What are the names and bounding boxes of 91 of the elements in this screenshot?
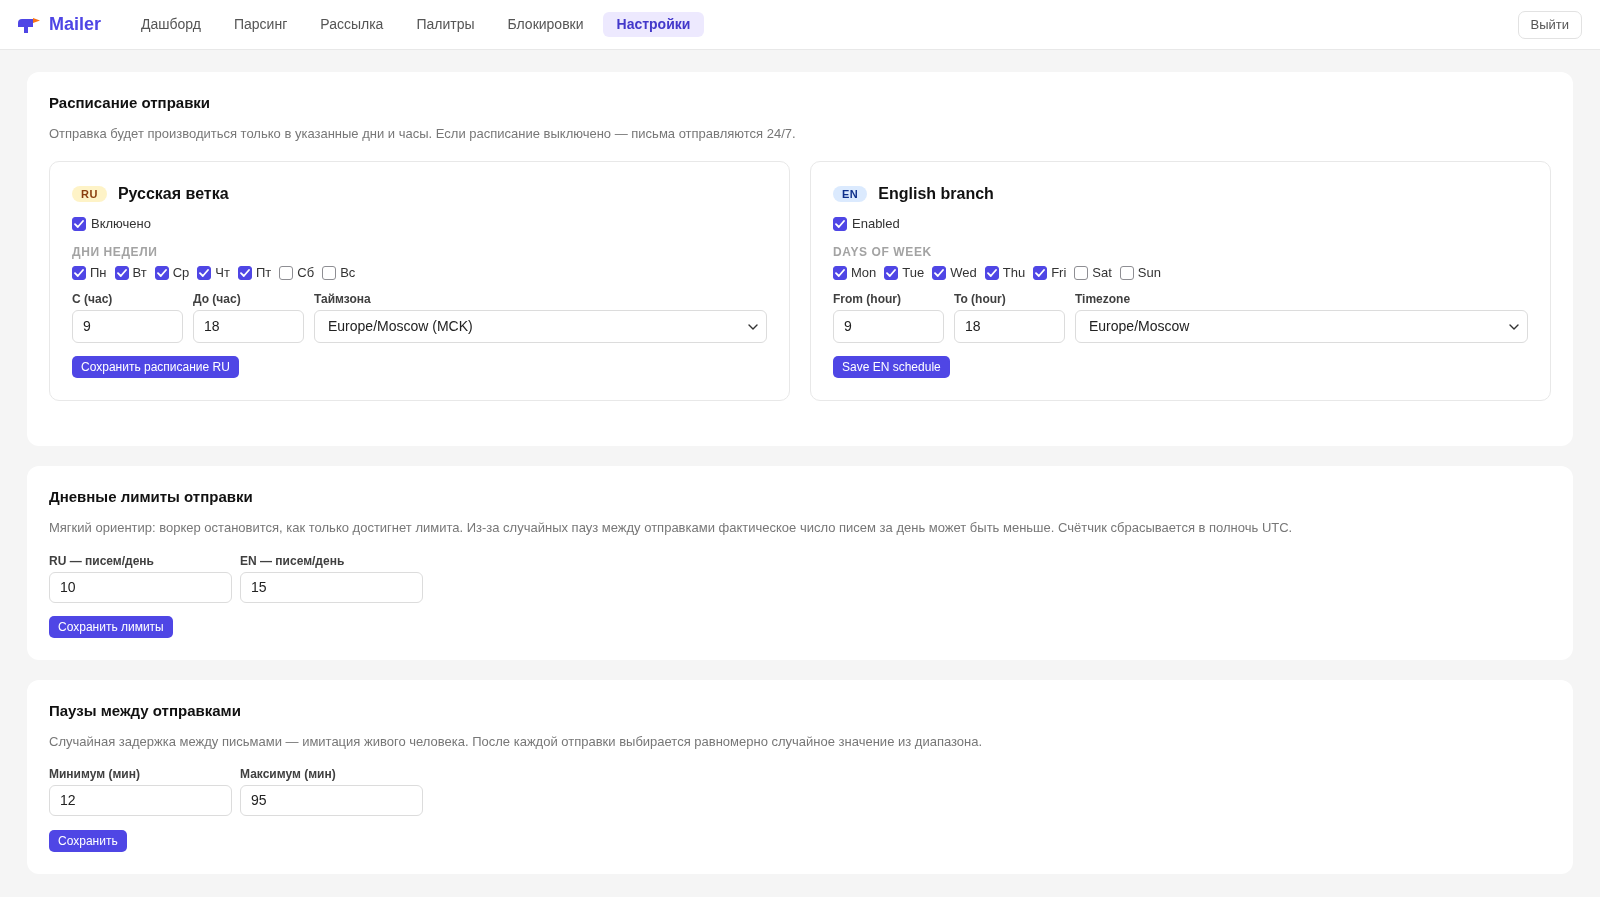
language-badge: RU [72, 186, 107, 202]
field-label: С (час) [72, 291, 114, 307]
input-field[interactable]: 10 [49, 572, 232, 603]
field-label: Максимум (мин) [240, 766, 337, 782]
section-description: Мягкий ориентир: воркер остановится, как только достигнет лимита. Из-за случайных пауз между отправками фактическое число писем за день может быть меньше. Счётчик сбрасывается в полночь UTC. [49, 519, 1294, 537]
nav-tab[interactable]: Блокировки [493, 12, 598, 37]
section-description: Отправка будет производиться только в указанные дни и часы. Если расписание выключено — письма отправляются 24/7. [49, 125, 797, 143]
checkbox[interactable] [932, 266, 947, 280]
input-field[interactable]: 15 [240, 572, 423, 603]
timezone-select[interactable]: Europe/Moscow [1075, 310, 1528, 343]
input-field[interactable]: 18 [954, 310, 1065, 343]
checkbox-label: Enabled [852, 215, 900, 234]
day-label: Сб [297, 264, 315, 283]
day-label: Чт [215, 264, 230, 283]
check-icon [986, 269, 997, 277]
language-badge: EN [833, 186, 868, 202]
mailbox-icon [17, 16, 41, 33]
day-label: Пт [256, 264, 272, 283]
day-label: Пн [90, 264, 107, 283]
checkbox[interactable] [884, 266, 899, 280]
checkbox[interactable] [833, 266, 847, 280]
day-label: Mon [851, 264, 877, 283]
day-label: Вт [132, 264, 147, 283]
chevron-down-icon [748, 323, 758, 330]
checkbox[interactable] [72, 217, 86, 231]
checkbox[interactable] [1033, 266, 1048, 280]
nav-tab[interactable]: Парсинг [219, 12, 302, 37]
section-description: Случайная задержка между письмами — имитация живого человека. После каждой отправки выбирается равномерно случайное значение из диапазона. [49, 733, 984, 751]
app-logo-text: Mailer [49, 13, 102, 36]
day-label: Thu [1002, 264, 1026, 283]
section-title: Расписание отправки [49, 93, 212, 113]
save-button[interactable]: Сохранить расписание RU [72, 356, 239, 378]
day-label: Tue [902, 264, 925, 283]
branch-title: English branch [878, 184, 994, 204]
checkbox[interactable] [833, 217, 847, 231]
checkbox[interactable] [984, 266, 999, 280]
section-label: DAYS OF WEEK [833, 244, 933, 260]
save-button[interactable]: Сохранить лимиты [49, 616, 173, 638]
day-label: Sat [1092, 264, 1112, 283]
checkbox[interactable] [154, 266, 169, 280]
input-field[interactable]: 9 [833, 310, 944, 343]
save-button[interactable]: Сохранить [49, 830, 127, 852]
checkbox[interactable] [1074, 266, 1089, 280]
check-icon [199, 269, 210, 277]
nav-tab[interactable]: Рассылка [306, 12, 398, 37]
field-label: Минимум (мин) [49, 766, 141, 782]
save-button[interactable]: Save EN schedule [833, 356, 950, 378]
input-field[interactable]: 95 [240, 785, 423, 816]
section-title: Паузы между отправками [49, 701, 242, 721]
nav-tab[interactable]: Палитры [402, 12, 489, 37]
field-label: From (hour) [833, 291, 902, 307]
input-field[interactable]: 9 [72, 310, 183, 343]
day-label: Вс [340, 264, 356, 283]
field-label: EN — писем/день [240, 553, 346, 569]
checkbox[interactable] [1119, 266, 1134, 280]
check-icon [886, 269, 897, 277]
check-icon [74, 269, 84, 277]
check-icon [240, 269, 250, 277]
branch-title: Русская ветка [117, 184, 229, 204]
checkbox[interactable] [322, 266, 337, 280]
checkbox[interactable] [72, 266, 86, 280]
nav-tab[interactable]: Настройки [602, 12, 705, 37]
checkbox[interactable] [197, 266, 212, 280]
chevron-down-icon [1509, 323, 1519, 330]
checkbox[interactable] [114, 266, 129, 280]
nav-tab[interactable]: Дашборд [127, 12, 215, 37]
day-label: Wed [950, 264, 977, 283]
check-icon [74, 220, 84, 228]
section-title: Дневные лимиты отправки [49, 487, 254, 507]
check-icon [835, 220, 845, 228]
day-label: Sun [1137, 264, 1161, 283]
checkbox[interactable] [279, 266, 294, 280]
checkbox-label: Включено [91, 215, 151, 234]
check-icon [1035, 269, 1046, 277]
check-icon [934, 269, 945, 277]
field-label: Timezone [1075, 291, 1132, 307]
field-label: RU — писем/день [49, 553, 155, 569]
field-label: To (hour) [954, 291, 1007, 307]
field-label: До (час) [193, 291, 242, 307]
timezone-select[interactable]: Europe/Moscow (MCK) [314, 310, 767, 343]
logout-button[interactable]: Выйти [1517, 10, 1582, 39]
input-field[interactable]: 18 [193, 310, 304, 343]
section-label: ДНИ НЕДЕЛИ [72, 244, 159, 260]
input-field[interactable]: 12 [49, 785, 232, 816]
field-label: Таймзона [314, 291, 372, 307]
day-label: Fri [1051, 264, 1067, 283]
check-icon [116, 269, 127, 277]
check-icon [835, 269, 845, 277]
day-label: Ср [172, 264, 190, 283]
checkbox[interactable] [238, 266, 252, 280]
check-icon [156, 269, 167, 277]
